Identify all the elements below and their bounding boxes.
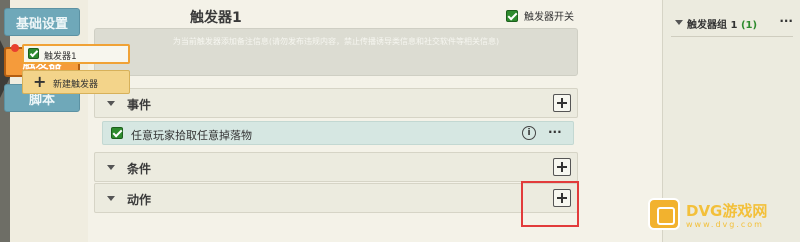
editor-header: 触发器1 触发器开关 — [88, 0, 662, 30]
add-condition-button[interactable] — [553, 158, 571, 176]
group-title-text: 触发器组 1 — [687, 20, 738, 31]
trigger-enable-toggle[interactable]: 触发器开关 — [506, 8, 574, 23]
site-watermark: DVG游戏网 www.dvg.com — [648, 196, 800, 236]
more-options-icon[interactable]: ··· — [548, 125, 562, 139]
sidebar-item-label: 基础设置 — [15, 16, 68, 32]
event-label: 任意玩家拾取任意掉落物 — [131, 129, 252, 142]
group-trigger-checkbox[interactable] — [28, 48, 39, 59]
actions-section-label: 动作 — [127, 193, 152, 207]
sidebar-item-basic-settings[interactable]: 基础设置 — [4, 8, 80, 36]
trigger-remark-input[interactable]: 为当前触发器添加备注信息(请勿发布违规内容，禁止传播诱导类信息和社交软件等相关信… — [94, 28, 578, 76]
divider — [671, 36, 793, 37]
remark-placeholder: 为当前触发器添加备注信息(请勿发布违规内容，禁止传播诱导类信息和社交软件等相关信… — [172, 37, 500, 46]
trigger-group-title: 触发器组 1 (1) — [687, 16, 757, 31]
watermark-text: DVG游戏网 — [686, 202, 768, 220]
trigger-title[interactable]: 触发器1 — [190, 7, 242, 27]
plus-icon: + — [33, 72, 47, 91]
chevron-down-icon[interactable] — [107, 196, 115, 201]
add-event-button[interactable] — [553, 94, 571, 112]
chevron-down-icon[interactable] — [675, 20, 683, 25]
group-trigger-item[interactable]: 触发器1 — [22, 44, 130, 64]
event-list-item[interactable]: 任意玩家拾取任意掉落物 i ··· — [102, 121, 574, 145]
left-sidebar: 基础设置 触发器 脚本 — [0, 0, 89, 242]
chevron-down-icon[interactable] — [107, 165, 115, 170]
conditions-section-label: 条件 — [127, 162, 152, 176]
gamepad-logo-icon — [648, 198, 680, 230]
trigger-enable-checkbox[interactable] — [506, 9, 518, 22]
watermark-subtext: www.dvg.com — [686, 220, 764, 229]
more-options-icon[interactable]: ··· — [779, 14, 793, 28]
event-enable-checkbox[interactable] — [111, 127, 123, 139]
events-section[interactable]: 事件 — [94, 88, 578, 118]
trigger-enable-label: 触发器开关 — [524, 12, 574, 23]
group-trigger-label: 触发器1 — [44, 52, 77, 62]
events-section-label: 事件 — [127, 98, 152, 112]
conditions-section[interactable]: 条件 — [94, 152, 578, 182]
new-trigger-button[interactable]: + 新建触发器 — [22, 70, 130, 94]
trigger-group-header[interactable]: 触发器组 1 (1) ··· — [671, 12, 793, 34]
sidebar-edge — [0, 0, 10, 242]
actions-section[interactable]: 动作 — [94, 183, 578, 213]
new-trigger-label: 新建触发器 — [53, 80, 99, 90]
chevron-down-icon[interactable] — [107, 101, 115, 106]
notification-dot — [11, 44, 19, 52]
info-icon[interactable]: i — [522, 126, 536, 140]
highlight-annotation — [521, 181, 579, 227]
group-count: (1) — [740, 20, 758, 31]
